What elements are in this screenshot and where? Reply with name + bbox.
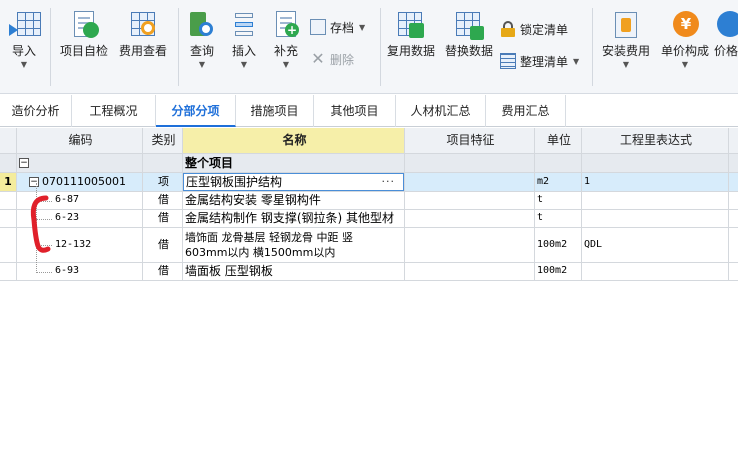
name-cell[interactable]: 压型钢板围护结构 ··· (183, 173, 405, 192)
red-annotation-mark (30, 195, 51, 253)
chevron-down-icon: ▼ (20, 60, 28, 69)
tab-other-items[interactable]: 其他项目 (314, 95, 396, 127)
feature-cell[interactable] (405, 173, 535, 192)
quantity-expr-cell[interactable] (582, 192, 729, 210)
book-search-icon (187, 10, 217, 40)
type-cell[interactable]: 借 (143, 228, 183, 263)
chevron-down-icon: ▼ (573, 56, 580, 66)
tab-measures[interactable]: 措施项目 (236, 95, 314, 127)
list-icon (500, 53, 516, 69)
row-number: 1 (0, 173, 17, 192)
replace-data-icon (454, 10, 484, 40)
table-row[interactable]: 6-23 借 金属结构制作 钢支撑(钢拉条) 其他型材 t (0, 210, 738, 228)
name-cell[interactable]: 金属结构制作 钢支撑(钢拉条) 其他型材 (183, 210, 405, 228)
chevron-down-icon: ▼ (282, 60, 290, 69)
archive-icon (310, 19, 326, 35)
module-tabs: 造价分析 工程概况 分部分项 措施项目 其他项目 人材机汇总 费用汇总 (0, 95, 738, 127)
column-header-type[interactable]: 类别 (143, 128, 183, 154)
feature-cell[interactable] (405, 263, 535, 281)
column-header-overflow (729, 128, 738, 154)
table-row[interactable]: 6-87 借 金属结构安装 零星钢构件 t (0, 192, 738, 210)
feature-cell[interactable] (405, 228, 535, 263)
delete-button[interactable]: ✕ 删除 (310, 48, 354, 70)
corner-cell (0, 128, 17, 154)
lock-icon (500, 21, 516, 37)
toolbar-divider (50, 8, 51, 86)
unit-price-button[interactable]: ¥ 单价构成 ▼ (658, 4, 712, 70)
chevron-down-icon: ▼ (622, 60, 630, 69)
cost-view-button[interactable]: 费用查看 (114, 4, 172, 58)
ribbon-toolbar: 导入 ▼ 项目自检 费用查看 查询 ▼ 插入 ▼ + 补充 ▼ 存档 ▼ ✕ 删… (0, 0, 738, 94)
name-cell[interactable]: 墙面板 压型钢板 (183, 263, 405, 281)
reuse-data-icon (396, 10, 426, 40)
insert-rows-icon (229, 10, 259, 40)
lock-list-button[interactable]: 锁定清单 (500, 18, 568, 40)
type-cell[interactable]: 项 (143, 173, 183, 192)
tree-connector-line (36, 272, 52, 273)
organize-list-button[interactable]: 整理清单 ▼ (500, 50, 579, 72)
tab-cost-analysis[interactable]: 造价分析 (0, 95, 72, 127)
price-button[interactable]: 价格 (714, 4, 738, 58)
feature-cell[interactable] (405, 192, 535, 210)
self-check-button[interactable]: 项目自检 (56, 4, 112, 58)
replace-data-button[interactable]: 替换数据 (442, 4, 496, 58)
chevron-down-icon: ▼ (198, 60, 206, 69)
chevron-down-icon: ▼ (681, 60, 689, 69)
tab-labor-material-summary[interactable]: 人材机汇总 (396, 95, 486, 127)
magnifier-table-icon (128, 10, 158, 40)
toolbar-divider (592, 8, 593, 86)
unit-cell[interactable]: 100m2 (535, 263, 582, 281)
name-cell[interactable]: 墙饰面 龙骨基层 轻钢龙骨 中距 竖 603mm以内 横1500mm以内 (183, 228, 405, 263)
toolbar-divider (178, 8, 179, 86)
toolbar-divider (380, 8, 381, 86)
quantity-expr-cell[interactable] (582, 263, 729, 281)
price-icon (714, 10, 738, 40)
unit-cell[interactable]: 100m2 (535, 228, 582, 263)
type-cell[interactable]: 借 (143, 210, 183, 228)
name-cell[interactable]: 金属结构安装 零星钢构件 (183, 192, 405, 210)
table-row[interactable]: − 整个项目 (0, 154, 738, 173)
import-icon (9, 10, 41, 40)
more-options-button[interactable]: ··· (382, 174, 396, 190)
check-document-icon (69, 10, 99, 40)
import-button[interactable]: 导入 ▼ (2, 4, 46, 70)
supplement-button[interactable]: + 补充 ▼ (266, 4, 306, 70)
column-header-name[interactable]: 名称 (183, 128, 405, 154)
column-header-code[interactable]: 编码 (17, 128, 143, 154)
unit-cell[interactable]: t (535, 210, 582, 228)
column-header-unit[interactable]: 单位 (535, 128, 582, 154)
quantity-expr-cell[interactable]: 1 (582, 173, 729, 192)
install-fee-button[interactable]: 安装费用 ▼ (598, 4, 654, 70)
chevron-down-icon: ▼ (240, 60, 248, 69)
tools-icon (611, 10, 641, 40)
chevron-down-icon: ▼ (359, 22, 366, 32)
type-cell[interactable]: 借 (143, 263, 183, 281)
collapse-toggle-icon[interactable]: − (29, 177, 39, 187)
tab-fee-summary[interactable]: 费用汇总 (486, 95, 566, 127)
unit-cell[interactable]: m2 (535, 173, 582, 192)
column-header-feature[interactable]: 项目特征 (405, 128, 535, 154)
table-row[interactable]: 12-132 借 墙饰面 龙骨基层 轻钢龙骨 中距 竖 603mm以内 横150… (0, 228, 738, 263)
add-document-icon: + (271, 10, 301, 40)
insert-button[interactable]: 插入 ▼ (226, 4, 262, 70)
reuse-data-button[interactable]: 复用数据 (384, 4, 438, 58)
quantity-expr-cell[interactable] (582, 210, 729, 228)
group-name-cell[interactable]: 整个项目 (183, 154, 405, 173)
quantity-expr-cell[interactable]: QDL (582, 228, 729, 263)
name-editor-input[interactable]: 压型钢板围护结构 ··· (183, 173, 404, 191)
query-button[interactable]: 查询 ▼ (184, 4, 220, 70)
archive-button[interactable]: 存档 ▼ (310, 16, 365, 38)
grid-header: 编码 类别 名称 项目特征 单位 工程里表达式 (0, 128, 738, 154)
tab-sub-items[interactable]: 分部分项 (156, 95, 236, 127)
collapse-toggle-icon[interactable]: − (19, 158, 29, 168)
column-header-quantity-expr[interactable]: 工程里表达式 (582, 128, 729, 154)
tab-project-overview[interactable]: 工程概况 (72, 95, 156, 127)
unit-cell[interactable]: t (535, 192, 582, 210)
table-row[interactable]: 6-93 借 墙面板 压型钢板 100m2 (0, 263, 738, 281)
close-icon: ✕ (311, 49, 325, 68)
feature-cell[interactable] (405, 210, 535, 228)
yuan-coin-icon: ¥ (670, 10, 700, 40)
table-row[interactable]: 1 −070111005001 项 压型钢板围护结构 ··· m2 1 (0, 173, 738, 192)
type-cell[interactable]: 借 (143, 192, 183, 210)
